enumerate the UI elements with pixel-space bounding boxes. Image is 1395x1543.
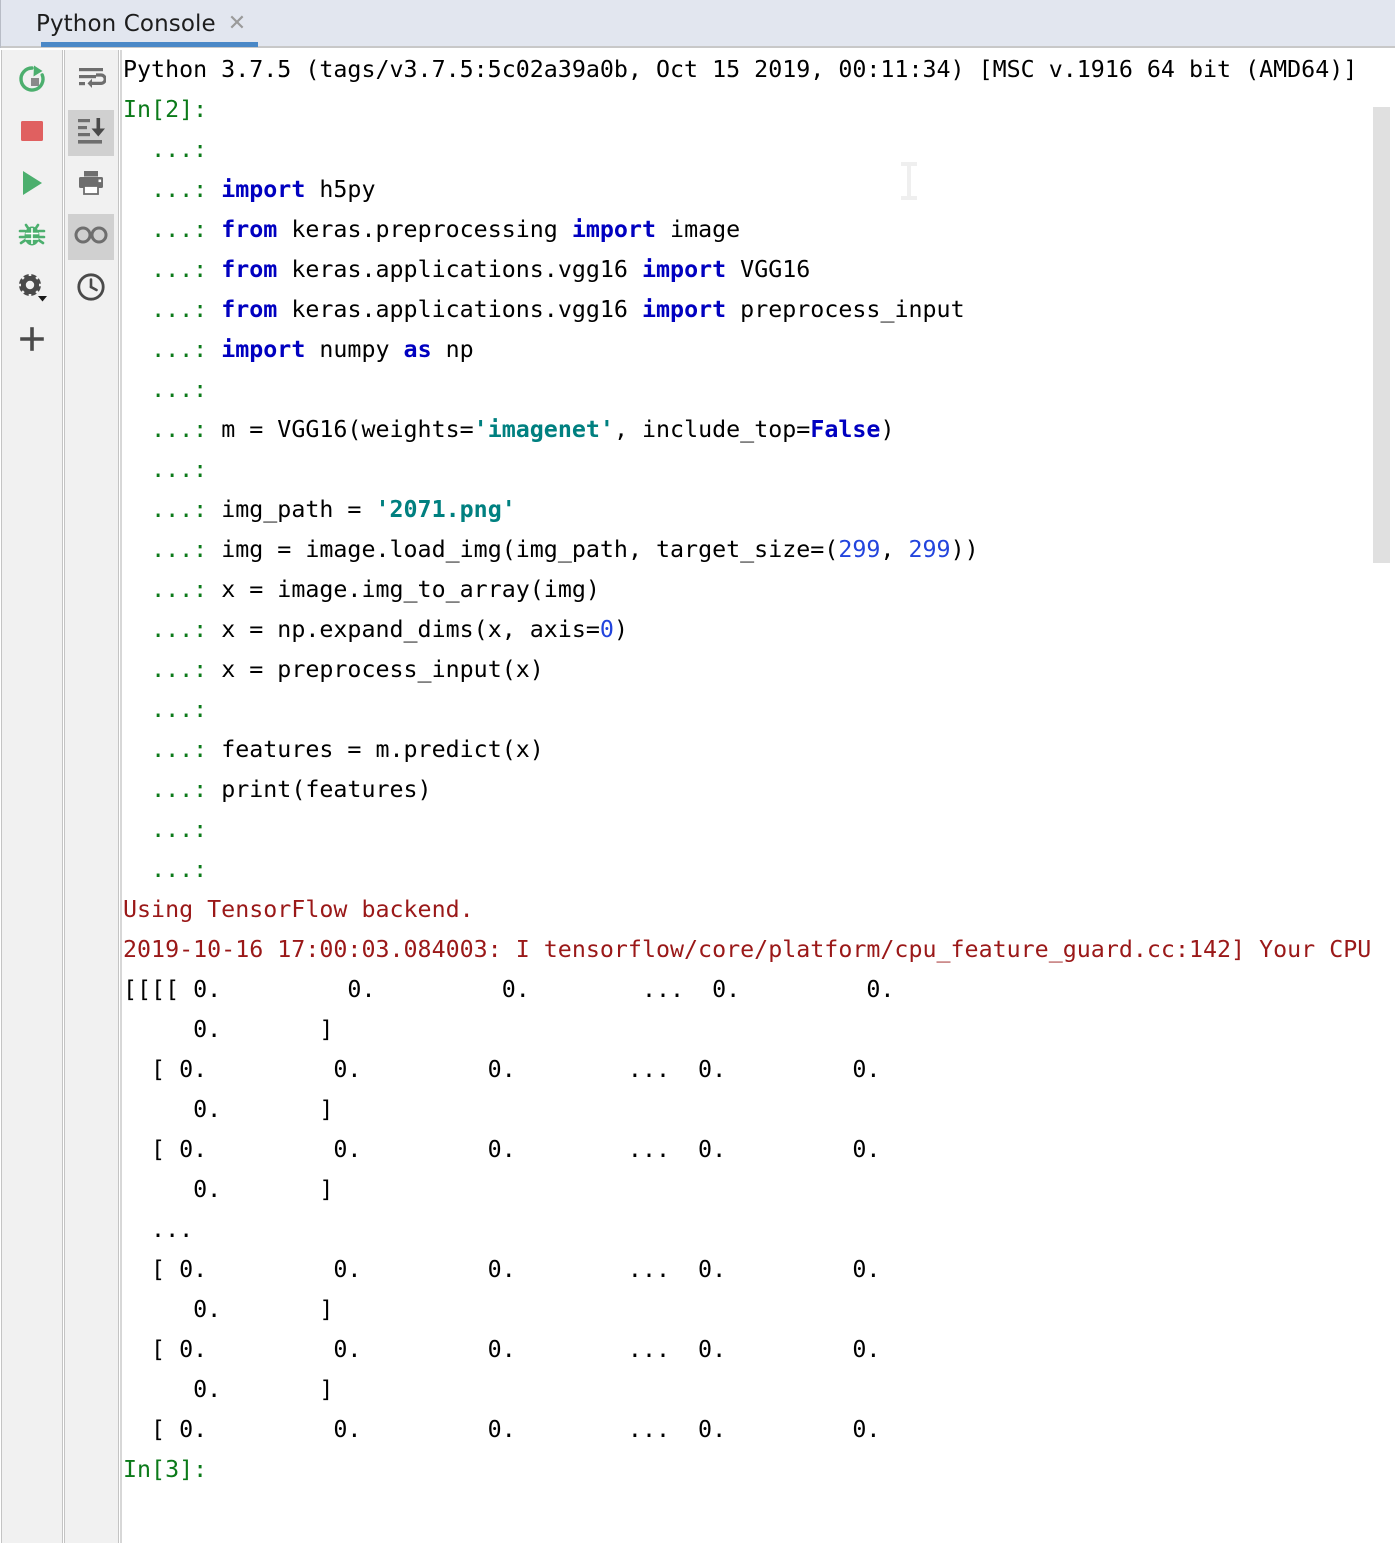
clock-icon	[76, 272, 106, 306]
console-array-line: [ 0. 0. 0. ... 0. 0.	[123, 1136, 881, 1163]
close-icon[interactable]: ✕	[228, 13, 246, 35]
console-prompt-in3: In[3]:	[123, 1456, 208, 1483]
soft-wrap-button[interactable]	[68, 58, 114, 104]
console-array-line: 0. ]	[123, 1016, 334, 1043]
tabbar-left-edge	[0, 0, 1, 48]
soft-wrap-icon	[76, 66, 107, 96]
console-code-line: ...: from keras.applications.vgg16 impor…	[151, 256, 811, 283]
rerun-button[interactable]	[9, 58, 55, 104]
console-code-line: ...:	[151, 816, 208, 843]
console-array-line: [ 0. 0. 0. ... 0. 0.	[123, 1336, 881, 1363]
console-code-line: ...:	[151, 456, 208, 483]
settings-button[interactable]	[9, 266, 55, 312]
console-code-line: ...: x = preprocess_input(x)	[151, 656, 544, 683]
toolbar-left-primary	[1, 50, 63, 1543]
console-array-line: [ 0. 0. 0. ... 0. 0.	[123, 1056, 881, 1083]
console-stderr-line: Using TensorFlow backend.	[123, 896, 474, 923]
debug-button[interactable]	[9, 214, 55, 260]
tab-python-console[interactable]: Python Console ✕	[18, 0, 260, 48]
console-code-line: ...: print(features)	[151, 776, 432, 803]
console-prompt-in2: In[2]:	[123, 96, 208, 123]
console-code-line: ...: img = image.load_img(img_path, targ…	[151, 536, 979, 563]
plus-icon	[19, 326, 45, 356]
console-array-line: 0. ]	[123, 1376, 334, 1403]
console-code-line: ...:	[151, 136, 208, 163]
console-code-line: ...: x = np.expand_dims(x, axis=0)	[151, 616, 628, 643]
bug-icon	[17, 220, 47, 254]
console-array-line: 0. ]	[123, 1296, 334, 1323]
console-code-line: ...: x = image.img_to_array(img)	[151, 576, 600, 603]
print-icon	[76, 169, 106, 201]
console-array-line: [[[[ 0. 0. 0. ... 0. 0.	[123, 976, 895, 1003]
console-array-line: ...	[123, 1216, 194, 1243]
console-array-line: [ 0. 0. 0. ... 0. 0.	[123, 1256, 881, 1283]
console-code-line: ...:	[151, 376, 208, 403]
gear-icon	[16, 272, 48, 306]
console-code-line: ...: from keras.applications.vgg16 impor…	[151, 296, 965, 323]
tab-bar: Python Console ✕	[0, 0, 1395, 48]
show-variables-button[interactable]	[68, 214, 114, 260]
tab-label: Python Console	[36, 11, 216, 37]
console-text: Python 3.7.5 (tags/v3.7.5:5c02a39a0b, Oc…	[123, 50, 1395, 1490]
console-banner-line: Python 3.7.5 (tags/v3.7.5:5c02a39a0b, Oc…	[123, 56, 1395, 83]
play-icon	[19, 169, 45, 201]
console-code-line: ...: import h5py	[151, 176, 376, 203]
toolbar-secondary-edge	[64, 50, 65, 1543]
console-code-line: ...: m = VGG16(weights='imagenet', inclu…	[151, 416, 895, 443]
vertical-scrollbar-thumb[interactable]	[1373, 107, 1390, 563]
vertical-scrollbar[interactable]	[1371, 50, 1395, 1543]
history-button[interactable]	[68, 266, 114, 312]
execute-button[interactable]	[9, 162, 55, 208]
console-code-line: ...: features = m.predict(x)	[151, 736, 544, 763]
console-code-line: ...:	[151, 696, 208, 723]
toolbar-left-edge	[1, 50, 2, 1543]
console-code-line: ...: from keras.preprocessing import ima…	[151, 216, 741, 243]
tab-active-indicator	[41, 42, 258, 47]
scroll-to-end-button[interactable]	[68, 110, 114, 156]
scroll-to-end-icon	[76, 117, 106, 149]
console-stderr-line: 2019-10-16 17:00:03.084003: I tensorflow…	[123, 936, 1395, 963]
add-button[interactable]	[9, 318, 55, 364]
glasses-icon	[74, 224, 108, 250]
stop-button[interactable]	[9, 110, 55, 156]
rerun-icon	[17, 64, 47, 98]
print-button[interactable]	[68, 162, 114, 208]
console-left-rule	[120, 50, 122, 1543]
console-code-line: ...: img_path = '2071.png'	[151, 496, 516, 523]
console-code-line: ...: import numpy as np	[151, 336, 474, 363]
stop-icon	[19, 118, 45, 148]
console-output-area[interactable]: Python 3.7.5 (tags/v3.7.5:5c02a39a0b, Oc…	[120, 50, 1395, 1543]
console-array-line: 0. ]	[123, 1176, 334, 1203]
console-array-line: 0. ]	[123, 1096, 334, 1123]
toolbar-left-secondary	[64, 50, 119, 1543]
text-caret-ibeam	[897, 162, 921, 200]
console-code-line: ...:	[151, 856, 208, 883]
console-array-line: [ 0. 0. 0. ... 0. 0.	[123, 1416, 881, 1443]
